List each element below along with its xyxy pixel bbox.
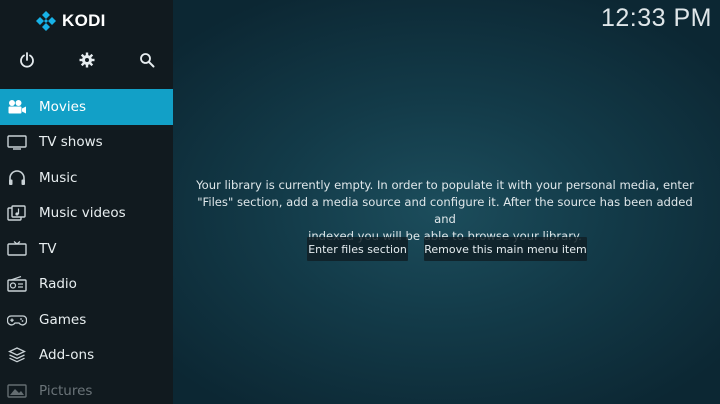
menu-item-label: Movies [39,98,86,115]
empty-library-message: Your library is currently empty. In orde… [190,177,700,245]
movies-icon [6,97,28,117]
message-line: "Files" section, add a media source and … [197,195,693,226]
menu-item-movies[interactable]: Movies [0,89,173,125]
tv-shows-icon [6,132,28,152]
gear-icon[interactable] [77,50,97,70]
radio-icon [6,274,28,294]
menu-item-music[interactable]: Music [0,160,173,196]
menu-item-radio[interactable]: Radio [0,267,173,303]
headphones-icon [6,168,28,188]
menu-item-tv-shows[interactable]: TV shows [0,125,173,161]
menu-item-label: Radio [39,276,77,293]
kodi-logo-icon [36,11,56,31]
menu-item-label: Games [39,311,87,328]
menu-item-music-videos[interactable]: Music videos [0,196,173,232]
pictures-icon [6,381,28,401]
menu-item-label: TV shows [39,134,103,151]
action-buttons: Enter files section Remove this main men… [0,237,720,261]
kodi-home-screen: KODI Movies TV shows Music Music videos … [0,0,720,404]
menu-item-label: Music [39,169,78,186]
enter-files-section-button[interactable]: Enter files section [307,237,408,261]
kodi-logo-text: KODI [62,11,106,30]
search-icon[interactable] [137,50,157,70]
menu-item-label: Pictures [39,382,93,399]
menu-item-pictures[interactable]: Pictures [0,373,173,404]
clock: 12:33 PM [600,4,712,32]
gamepad-icon [6,310,28,330]
top-icon-bar [0,48,173,72]
menu-item-label: Add-ons [39,347,95,364]
menu-item-add-ons[interactable]: Add-ons [0,338,173,374]
menu-item-games[interactable]: Games [0,302,173,338]
kodi-logo: KODI [36,10,106,32]
message-line: Your library is currently empty. In orde… [196,178,694,192]
power-icon[interactable] [17,50,37,70]
menu-item-label: Music videos [39,205,126,222]
addons-icon [6,345,28,365]
music-videos-icon [6,203,28,223]
sidebar: KODI Movies TV shows Music Music videos … [0,0,173,404]
remove-menu-item-button[interactable]: Remove this main menu item [424,237,587,261]
